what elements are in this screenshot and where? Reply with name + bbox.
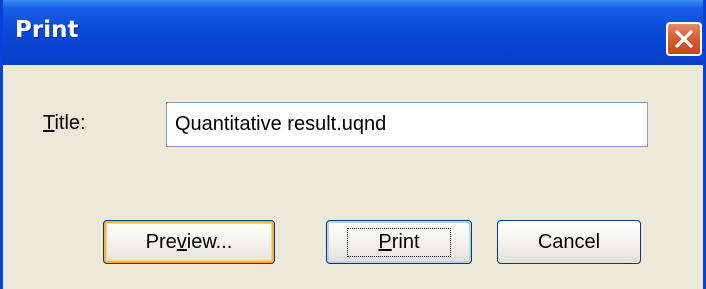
title-input[interactable]	[166, 102, 648, 147]
close-icon	[674, 29, 694, 49]
print-dialog: Print Title: Preview... Print Cancel	[0, 0, 706, 289]
print-label-after: rint	[391, 230, 420, 253]
preview-label: Preview...	[146, 231, 233, 254]
title-label-mnemonic: T	[43, 112, 55, 134]
print-button[interactable]: Print	[326, 220, 472, 264]
preview-label-mnemonic: v	[176, 230, 187, 253]
title-label-rest: itle:	[54, 112, 86, 134]
title-field-label: Title:	[43, 112, 86, 135]
print-label-mnemonic: P	[378, 230, 392, 253]
close-button[interactable]	[666, 22, 702, 56]
preview-label-before: Pre	[145, 230, 177, 253]
window-title: Print	[15, 17, 79, 43]
cancel-label: Cancel	[537, 230, 601, 253]
preview-label-after: iew...	[186, 230, 233, 253]
print-label: Print	[347, 227, 451, 257]
preview-button[interactable]: Preview...	[103, 220, 275, 264]
title-bar[interactable]: Print	[3, 0, 703, 65]
cancel-button[interactable]: Cancel	[497, 220, 641, 264]
